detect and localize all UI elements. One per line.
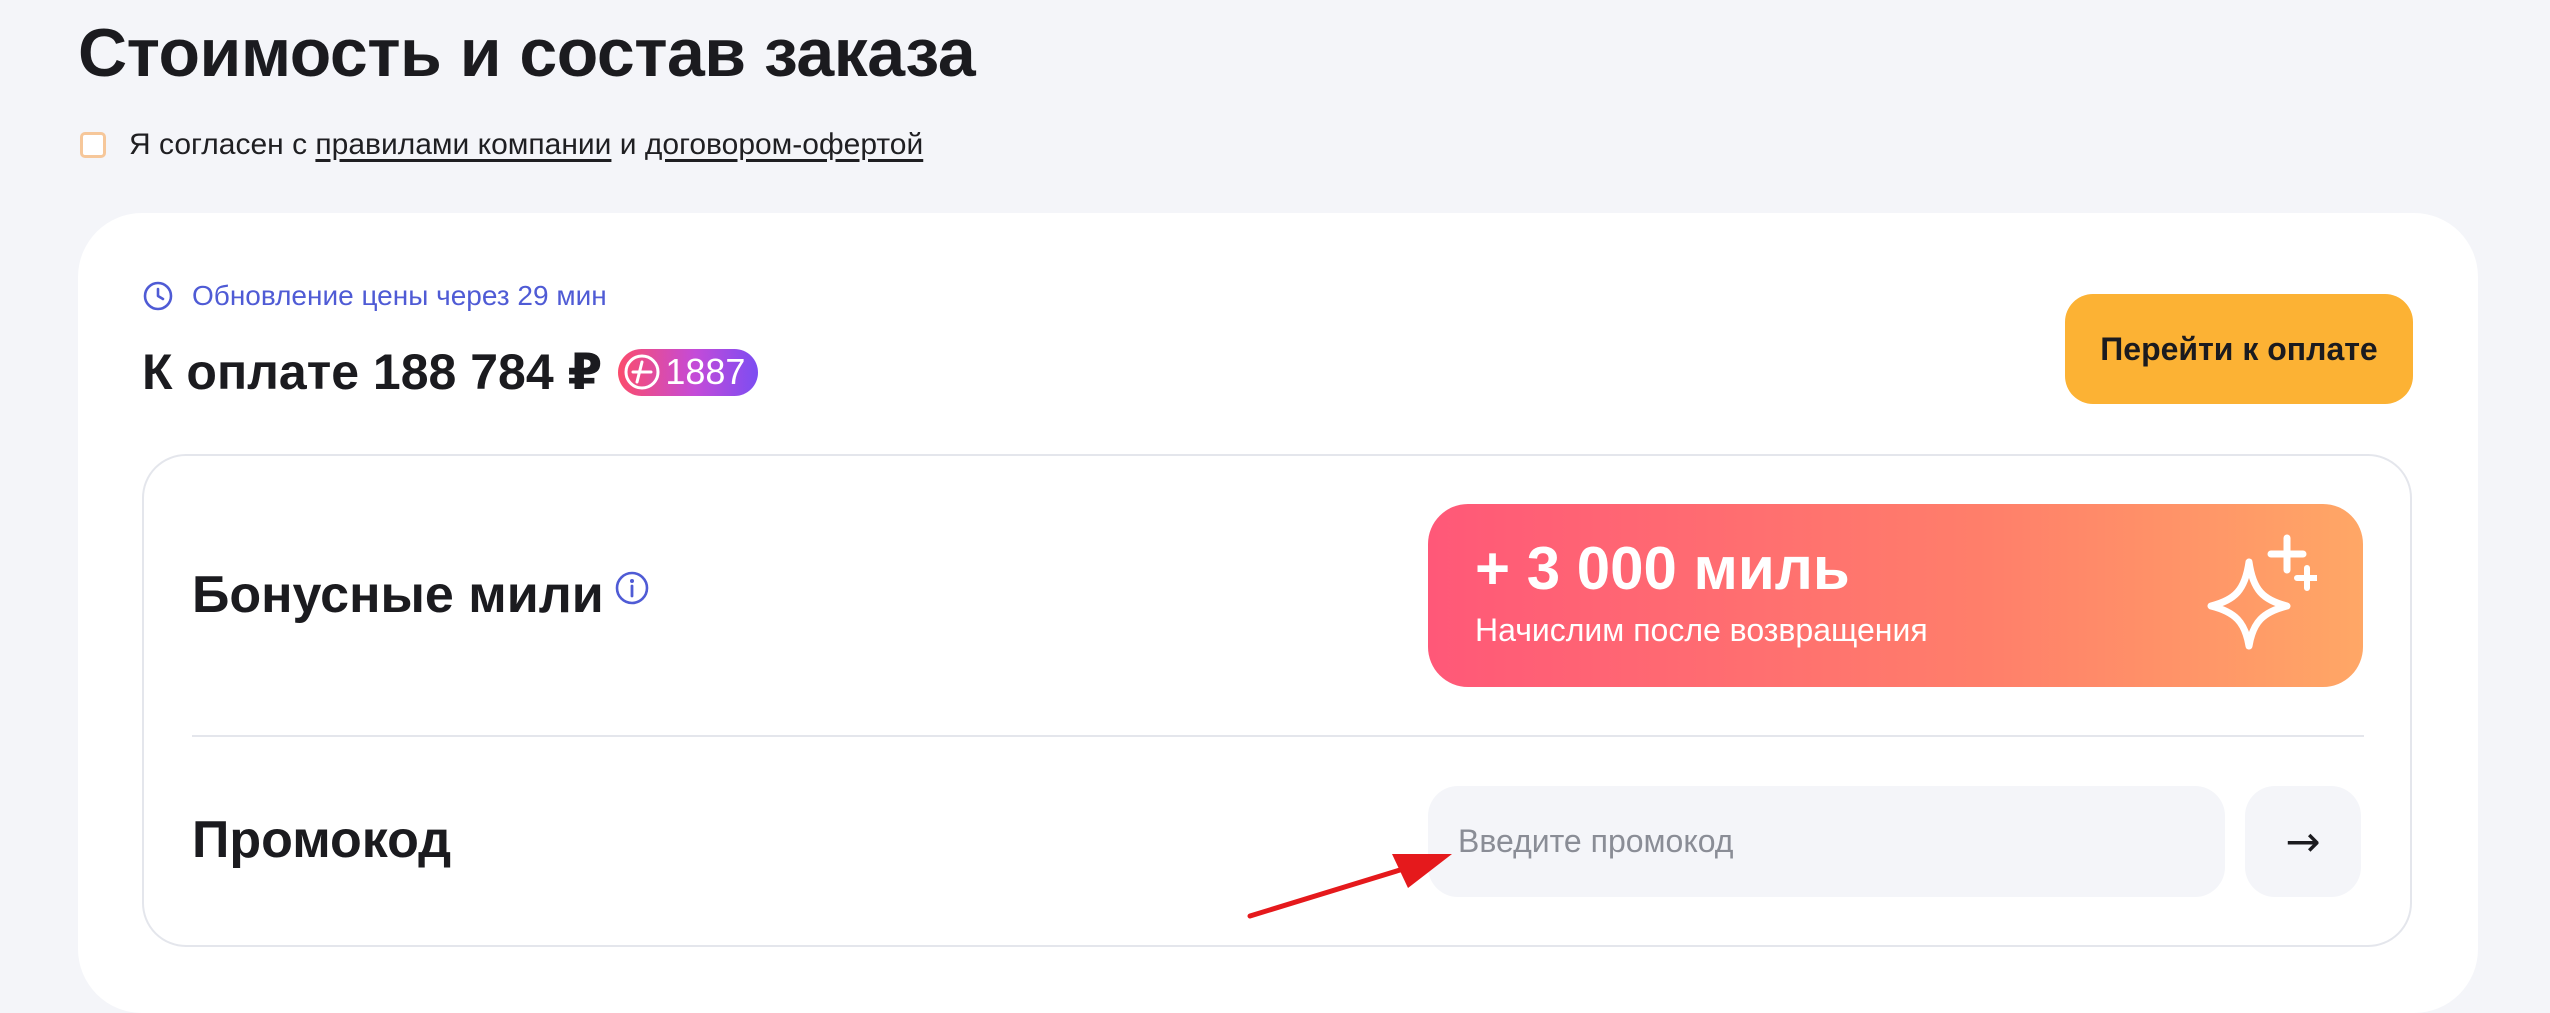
bonus-miles-title: Бонусные мили bbox=[192, 566, 604, 624]
agreement-checkbox[interactable] bbox=[80, 132, 106, 158]
agreement-row: Я согласен с правилами компании и догово… bbox=[80, 128, 923, 162]
miles-amount: + 3 000 миль bbox=[1475, 535, 1850, 602]
price-update: Обновление цены через 29 мин bbox=[142, 280, 607, 312]
annotation-arrow bbox=[1247, 854, 1452, 919]
clock-icon bbox=[143, 281, 173, 311]
promo-title: Промокод bbox=[192, 811, 452, 869]
pay-total-text: К оплате 188 784 ₽ bbox=[142, 344, 603, 400]
section-divider bbox=[192, 735, 2364, 737]
plus-badge-icon bbox=[624, 354, 660, 390]
offer-link[interactable]: договором-офертой bbox=[645, 128, 923, 161]
miles-note: Начислим после возвращения bbox=[1475, 612, 1928, 648]
bonus-badge: 1887 bbox=[618, 348, 759, 396]
agreement-middle: и bbox=[611, 128, 645, 161]
pay-total: К оплате 188 784 ₽ 1887 bbox=[142, 343, 759, 401]
arrow-right-icon: → bbox=[2285, 817, 2321, 866]
go-to-payment-button[interactable]: Перейти к оплате bbox=[2065, 294, 2413, 404]
page-title: Стоимость и состав заказа bbox=[78, 15, 976, 91]
agreement-text: Я согласен с правилами компании и догово… bbox=[129, 128, 923, 162]
rules-link[interactable]: правилами компании bbox=[315, 128, 611, 161]
price-update-text: Обновление цены через 29 мин bbox=[192, 280, 607, 311]
bonus-miles-heading: Бонусные мили bbox=[192, 565, 650, 625]
info-icon[interactable] bbox=[614, 570, 650, 606]
promo-code-input[interactable] bbox=[1428, 786, 2225, 897]
agreement-prefix: Я согласен с bbox=[129, 128, 316, 161]
sparkle-icon bbox=[2207, 534, 2317, 650]
miles-banner: + 3 000 миль Начислим после возвращения bbox=[1428, 504, 2363, 687]
bonus-badge-value: 1887 bbox=[665, 351, 746, 392]
promo-submit-button[interactable]: → bbox=[2245, 786, 2361, 897]
